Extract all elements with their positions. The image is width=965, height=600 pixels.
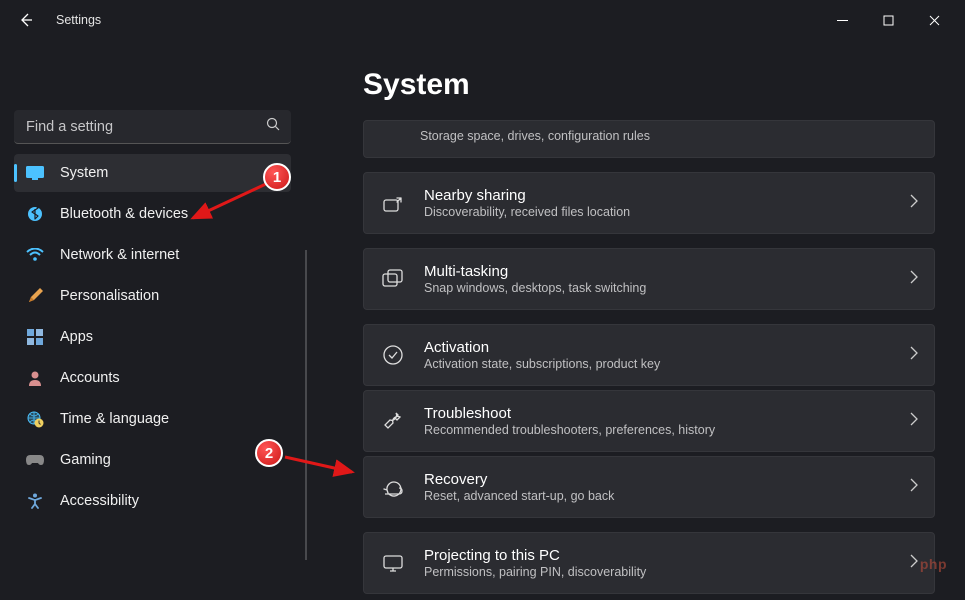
person-icon <box>26 369 44 387</box>
card-desc: Snap windows, desktops, task switching <box>424 281 910 295</box>
sidebar-item-bluetooth[interactable]: Bluetooth & devices <box>14 195 291 233</box>
sidebar-item-gaming[interactable]: Gaming <box>14 441 291 479</box>
bluetooth-icon <box>26 205 44 223</box>
card-desc: Permissions, pairing PIN, discoverabilit… <box>424 565 910 579</box>
apps-icon <box>26 328 44 346</box>
sidebar-item-time-language[interactable]: Time & language <box>14 400 291 438</box>
sidebar-item-system[interactable]: System <box>14 154 291 192</box>
watermark: php <box>920 556 947 572</box>
sidebar-item-label: Apps <box>60 329 93 345</box>
sidebar-item-accessibility[interactable]: Accessibility <box>14 482 291 520</box>
card-title: Multi-tasking <box>424 263 910 280</box>
chevron-right-icon <box>910 554 918 573</box>
sidebar-item-label: System <box>60 165 108 181</box>
wrench-icon <box>380 410 406 432</box>
minimize-icon <box>837 15 848 26</box>
card-storage-truncated[interactable]: Storage space, drives, configuration rul… <box>363 120 935 158</box>
back-button[interactable] <box>8 2 44 38</box>
annotation-callout-2: 2 <box>255 439 283 467</box>
card-title: Activation <box>424 339 910 356</box>
main-panel: System Storage space, drives, configurat… <box>305 40 965 600</box>
search-icon <box>266 117 281 137</box>
sidebar-item-label: Network & internet <box>60 247 179 263</box>
sidebar-item-network[interactable]: Network & internet <box>14 236 291 274</box>
card-projecting[interactable]: Projecting to this PC Permissions, pairi… <box>363 532 935 594</box>
minimize-button[interactable] <box>819 4 865 36</box>
chevron-right-icon <box>910 346 918 365</box>
card-title: Recovery <box>424 471 910 488</box>
card-activation[interactable]: Activation Activation state, subscriptio… <box>363 324 935 386</box>
arrow-left-icon <box>18 12 34 28</box>
sidebar-item-label: Accounts <box>60 370 120 386</box>
chevron-right-icon <box>910 478 918 497</box>
chevron-right-icon <box>910 270 918 289</box>
search-wrap <box>14 110 291 144</box>
sidebar-item-label: Personalisation <box>60 288 159 304</box>
maximize-button[interactable] <box>865 4 911 36</box>
project-icon <box>380 553 406 573</box>
recovery-icon <box>380 477 406 497</box>
close-button[interactable] <box>911 4 957 36</box>
sidebar-item-label: Time & language <box>60 411 169 427</box>
gaming-icon <box>26 451 44 469</box>
sidebar-item-apps[interactable]: Apps <box>14 318 291 356</box>
chevron-right-icon <box>910 412 918 431</box>
card-desc: Recommended troubleshooters, preferences… <box>424 423 910 437</box>
sidebar: System Bluetooth & devices Network & int… <box>0 40 305 600</box>
display-icon <box>26 164 44 182</box>
card-title: Projecting to this PC <box>424 547 910 564</box>
search-input[interactable] <box>14 110 291 144</box>
card-title: Troubleshoot <box>424 405 910 422</box>
card-nearby-sharing[interactable]: Nearby sharing Discoverability, received… <box>363 172 935 234</box>
check-circle-icon <box>380 344 406 366</box>
brush-icon <box>26 287 44 305</box>
window-controls <box>819 4 957 36</box>
card-desc: Discoverability, received files location <box>424 205 910 219</box>
globe-clock-icon <box>26 410 44 428</box>
chevron-right-icon <box>910 194 918 213</box>
card-desc: Reset, advanced start-up, go back <box>424 489 910 503</box>
card-desc: Activation state, subscriptions, product… <box>424 357 910 371</box>
titlebar: Settings <box>0 0 965 40</box>
annotation-callout-1: 1 <box>263 163 291 191</box>
accessibility-icon <box>26 492 44 510</box>
wifi-icon <box>26 246 44 264</box>
sidebar-item-label: Bluetooth & devices <box>60 206 188 222</box>
card-desc: Storage space, drives, configuration rul… <box>420 129 918 143</box>
page-title: System <box>363 68 935 102</box>
sidebar-item-personalisation[interactable]: Personalisation <box>14 277 291 315</box>
sidebar-item-accounts[interactable]: Accounts <box>14 359 291 397</box>
sidebar-item-label: Gaming <box>60 452 111 468</box>
sidebar-item-label: Accessibility <box>60 493 139 509</box>
nav-list: System Bluetooth & devices Network & int… <box>14 154 291 520</box>
maximize-icon <box>883 15 894 26</box>
share-icon <box>380 192 406 214</box>
card-title: Nearby sharing <box>424 187 910 204</box>
card-recovery[interactable]: Recovery Reset, advanced start-up, go ba… <box>363 456 935 518</box>
close-icon <box>929 15 940 26</box>
multitask-icon <box>380 269 406 289</box>
card-troubleshoot[interactable]: Troubleshoot Recommended troubleshooters… <box>363 390 935 452</box>
card-multitasking[interactable]: Multi-tasking Snap windows, desktops, ta… <box>363 248 935 310</box>
window-title: Settings <box>56 13 101 27</box>
